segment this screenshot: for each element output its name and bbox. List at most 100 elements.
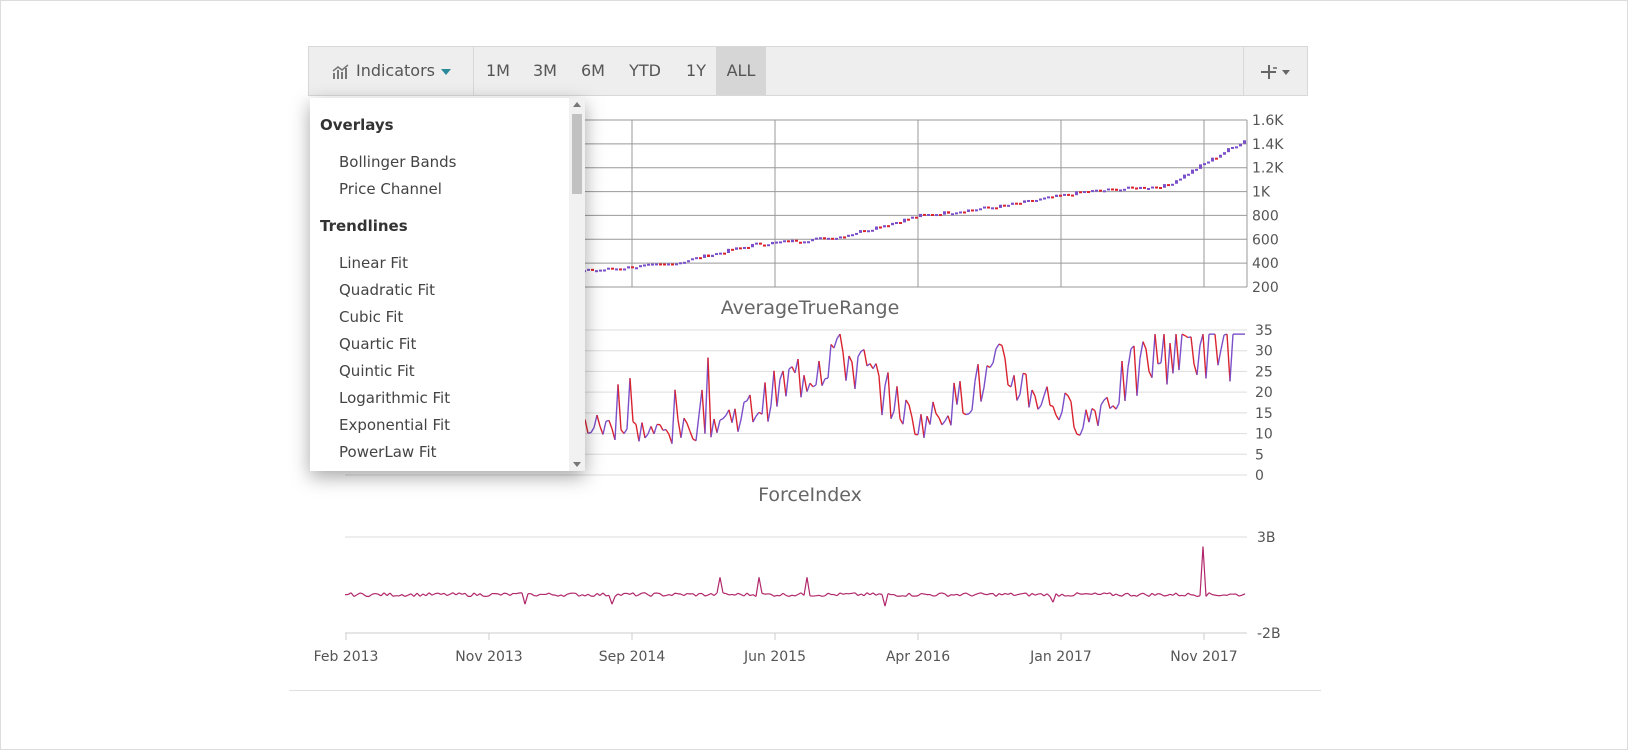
price-candle [707,254,710,257]
force-index-segment [863,592,868,597]
price-candle [1219,154,1222,158]
atr-segment [842,352,847,381]
price-candle [831,237,834,240]
atr-segment [839,334,844,353]
atr-segment [818,360,823,386]
force-index-segment [755,577,760,597]
atr-segment [773,370,778,407]
price-candle [903,218,906,223]
force-index-segment [995,593,1000,597]
price-candle [891,222,894,226]
atr-segment [710,418,715,438]
menu-item-powerlaw-fit[interactable]: PowerLaw Fit [339,443,437,461]
price-candle [995,207,998,210]
atr-y-tick-label: 30 [1255,344,1273,360]
dropdown-scrollbar[interactable] [569,98,585,471]
scrollbar-thumb[interactable] [572,114,582,194]
price-candle [811,239,814,242]
price-y-tick-label: 1.4K [1252,137,1284,153]
force-index-segment [587,593,592,597]
atr-segment [911,417,916,435]
atr-segment [761,382,766,415]
force-index-segment [473,592,478,597]
price-candle [667,263,670,266]
force-index-segment [1142,592,1147,596]
force-index-segment [620,592,625,596]
force-index-segment [1133,594,1138,597]
force-index-segment [1004,592,1009,595]
atr-segment [917,414,922,435]
price-candle [599,269,602,272]
price-candle [843,236,846,239]
atr-segment [1091,407,1096,412]
menu-item-cubic-fit[interactable]: Cubic Fit [339,308,403,326]
force-index-segment [827,592,832,596]
menu-item-logarithmic-fit[interactable]: Logarithmic Fit [339,389,450,407]
menu-item-quadratic-fit[interactable]: Quadratic Fit [339,281,435,299]
atr-segment [869,363,874,370]
force-index-segment [497,593,502,596]
price-candle [675,263,678,266]
force-index-segment [725,593,730,596]
force-index-segment [857,593,862,597]
atr-segment [722,414,727,420]
force-index-segment [953,593,958,596]
price-candle [803,241,806,244]
force-index-segment [350,592,355,597]
price-candle [1179,178,1182,181]
price-candle [1239,143,1242,147]
scroll-up-icon[interactable] [573,102,581,107]
force-index-segment [734,592,739,596]
force-index-segment [1175,592,1180,597]
force-index-segment [380,592,385,597]
atr-segment [644,433,649,439]
force-index-segment [1022,592,1027,595]
atr-segment [863,349,868,367]
force-index-segment [683,593,688,597]
force-index-segment [629,592,634,595]
price-candle [1135,187,1138,190]
force-index-segment [1238,594,1243,597]
x-tick-label: Nov 2013 [455,649,522,665]
price-candle [939,214,942,217]
price-candle [1075,191,1078,196]
menu-item-price-channel[interactable]: Price Channel [339,180,442,198]
price-candle [1115,188,1118,191]
price-candle [1131,186,1134,189]
force-index-segment [488,593,493,597]
menu-item-quartic-fit[interactable]: Quartic Fit [339,335,416,353]
force-index-segment [1043,593,1048,597]
atr-segment [671,389,676,444]
atr-segment [983,365,988,388]
price-candle [1159,186,1162,189]
price-candle [1015,202,1018,205]
price-candle [1147,187,1150,190]
menu-item-bollinger-bands[interactable]: Bollinger Bands [339,153,457,171]
force-index-segment [515,592,520,595]
menu-item-quintic-fit[interactable]: Quintic Fit [339,362,415,380]
price-candle [587,268,590,271]
price-candle [635,267,638,270]
atr-segment [674,389,679,420]
atr-segment [1115,403,1120,410]
force-index-segment [1208,592,1213,596]
force-index-segment [398,594,403,597]
price-candle [1063,193,1066,196]
menu-item-exponential-fit[interactable]: Exponential Fit [339,416,450,434]
atr-segment [1127,348,1132,368]
atr-segment [1121,360,1126,401]
atr-segment [821,378,826,386]
atr-segment [1088,408,1093,423]
overlays-header: Overlays [320,116,394,134]
force-index-segment [446,593,451,597]
force-index-segment [1184,592,1189,597]
force-index-segment [602,592,607,597]
menu-item-linear-fit[interactable]: Linear Fit [339,254,408,272]
force-index-segment [461,592,466,595]
force-index-segment [779,592,784,597]
force-index-segment [782,592,787,596]
scroll-down-icon[interactable] [573,462,581,467]
atr-segment [590,427,595,433]
force-index-segment [665,593,670,597]
force-index-segment [962,592,967,595]
